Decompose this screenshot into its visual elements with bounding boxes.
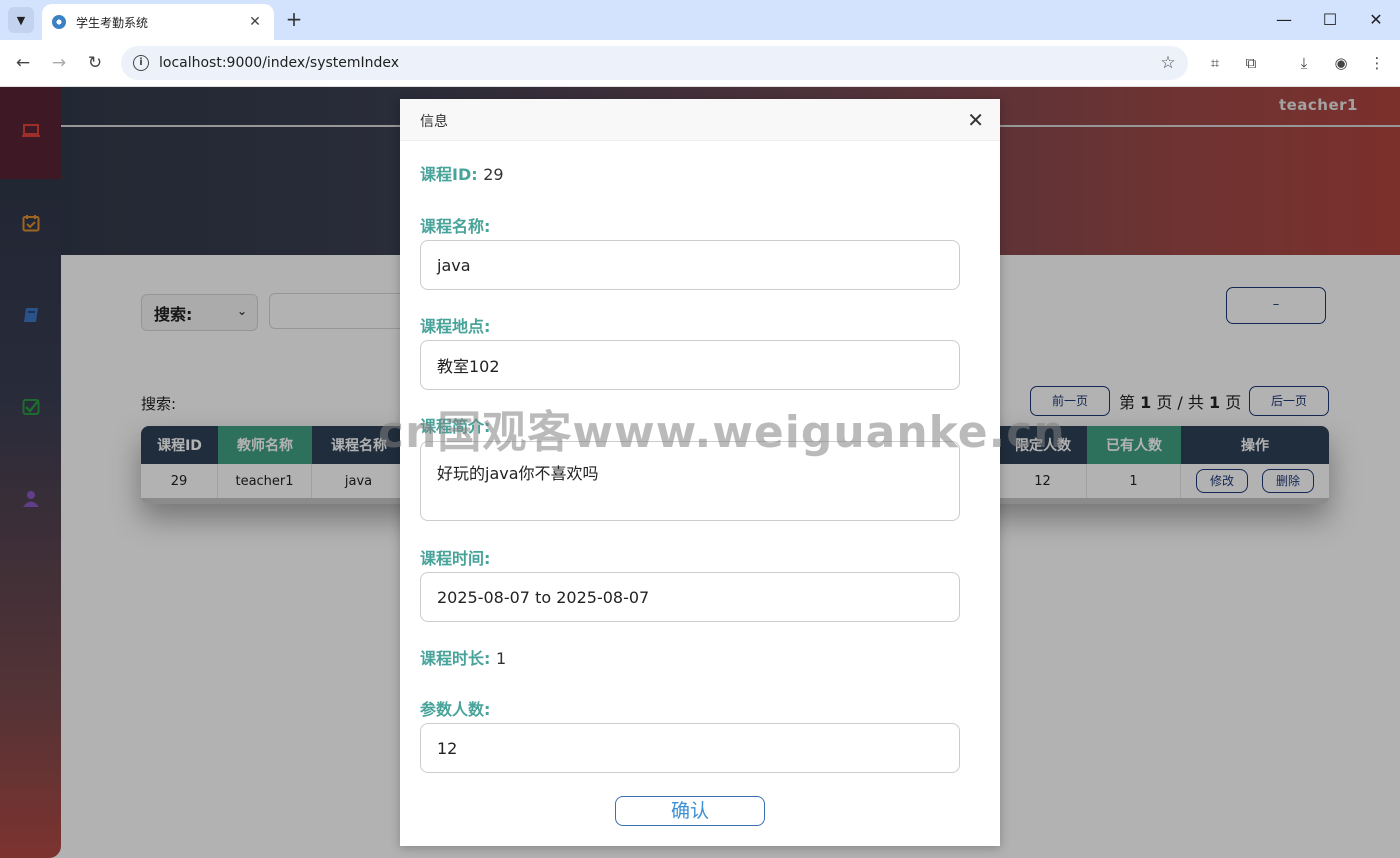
participant-count-input[interactable]: 12 (420, 723, 960, 773)
site-info-icon[interactable]: i (133, 55, 149, 71)
course-time-label: 课程时间: (420, 549, 491, 568)
tab-search-button[interactable]: ▼ (8, 7, 34, 33)
close-window-button[interactable]: ✕ (1356, 8, 1396, 32)
new-tab-button[interactable]: + (283, 8, 305, 30)
download-icon[interactable]: ⤓ (1293, 52, 1315, 74)
site-favicon-icon (52, 15, 66, 29)
screenshot-icon[interactable]: ⌗ (1204, 52, 1226, 74)
course-duration-label: 课程时长: (420, 649, 491, 668)
back-arrow-icon[interactable]: ← (11, 51, 35, 75)
chevron-down-icon: ▼ (16, 13, 26, 27)
close-icon[interactable]: ✕ (967, 108, 984, 132)
course-location-label: 课程地点: (420, 317, 491, 336)
confirm-button[interactable]: 确认 (615, 796, 765, 826)
course-id-label: 课程ID: (420, 165, 478, 184)
extensions-icon[interactable]: ⧉ (1240, 52, 1262, 74)
reload-icon[interactable]: ↻ (83, 51, 107, 75)
bookmark-star-icon[interactable]: ☆ (1148, 53, 1188, 73)
course-info-dialog: 信息 ✕ 课程ID: 29 课程名称: java 课程地点: 教室102 课程简… (400, 99, 1000, 846)
tab-title: 学生考勤系统 (76, 15, 149, 30)
forward-arrow-icon[interactable]: → (47, 51, 71, 75)
course-duration-field: 课程时长: 1 (420, 645, 506, 669)
course-duration-value: 1 (495, 649, 507, 668)
course-id-field: 课程ID: 29 (420, 161, 504, 185)
tab-close-icon[interactable]: ✕ (246, 14, 264, 30)
menu-dots-icon[interactable]: ⋮ (1366, 52, 1388, 74)
watermark: cn国观客www.weiguanke.cn (378, 407, 1066, 458)
profile-icon[interactable]: ◉ (1330, 52, 1352, 74)
minimize-button[interactable]: — (1264, 8, 1304, 32)
dialog-title: 信息 (420, 114, 448, 130)
course-id-value: 29 (483, 165, 504, 184)
dialog-header: 信息 ✕ (400, 99, 1000, 141)
browser-tab-bar: ▼ 学生考勤系统 ✕ + — ☐ ✕ (0, 0, 1400, 40)
address-bar[interactable]: i localhost:9000/index/systemIndex ☆ (121, 46, 1188, 80)
course-name-label: 课程名称: (420, 217, 491, 236)
participant-count-label: 参数人数: (420, 700, 491, 719)
browser-toolbar: ← → ↻ i localhost:9000/index/systemIndex… (0, 40, 1400, 87)
course-name-input[interactable]: java (420, 240, 960, 290)
course-location-input[interactable]: 教室102 (420, 340, 960, 390)
maximize-button[interactable]: ☐ (1310, 8, 1350, 32)
web-page: teacher1 搜索: ⌄ – 搜索: 前一页 第 1 页 / 共 1 页 后… (0, 87, 1400, 858)
browser-tab[interactable]: 学生考勤系统 ✕ (42, 4, 274, 40)
course-time-input[interactable]: 2025-08-07 to 2025-08-07 (420, 572, 960, 622)
url-text[interactable]: localhost:9000/index/systemIndex (159, 55, 1148, 71)
